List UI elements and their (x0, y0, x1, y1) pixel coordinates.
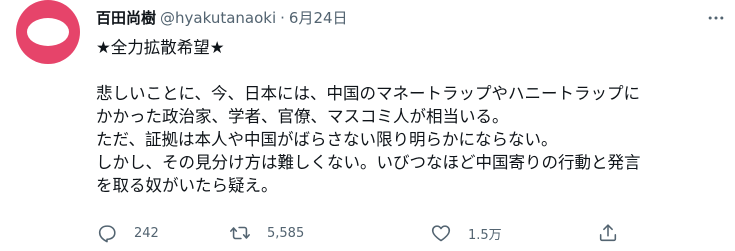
tweet-line: しかし、その見分け方は難しくない。いびつなほど中国寄りの行動と発言 (96, 153, 641, 172)
tweet-line: 悲しいことに、今、日本には、中国のマネートラップやハニートラップに (96, 84, 641, 103)
tweet-line: かかった政治家、学者、官僚、マスコミ人が相当いる。 (96, 107, 509, 126)
like-button[interactable]: 1.5万 (430, 222, 502, 244)
tweet-line: を取る奴がいたら疑え。 (96, 176, 278, 195)
share-button[interactable] (597, 222, 619, 244)
reply-icon (98, 225, 116, 243)
retweet-count: 5,585 (267, 225, 305, 241)
tweet-actions: 242 5,585 1.5万 (92, 222, 652, 248)
reply-button[interactable]: 242 (96, 222, 159, 244)
retweet-button[interactable]: 5,585 (229, 222, 304, 244)
user-handle[interactable]: @hyakutanaoki (160, 8, 276, 28)
retweet-icon (230, 226, 250, 240)
heart-icon (431, 225, 451, 242)
more-icon (708, 16, 724, 20)
tweet-date[interactable]: 6月24日 (289, 8, 348, 28)
share-icon (599, 224, 617, 242)
display-name[interactable]: 百田尚樹 (96, 8, 156, 28)
tweet-line: ★全力拡散希望★ (96, 38, 225, 57)
avatar[interactable] (16, 0, 80, 64)
reply-count: 242 (134, 225, 159, 241)
avatar-shape (27, 18, 69, 46)
tweet-header: 百田尚樹 @hyakutanaoki · 6月24日 (96, 8, 348, 28)
tweet-line: ただ、証拠は本人や中国がばらさない限り明らかにならない。 (96, 130, 558, 149)
more-options-button[interactable] (705, 8, 727, 28)
separator-dot: · (280, 9, 285, 27)
like-count: 1.5万 (468, 227, 502, 243)
tweet-text: ★全力拡散希望★ 悲しいことに、今、日本には、中国のマネートラップやハニートラッ… (96, 36, 726, 197)
